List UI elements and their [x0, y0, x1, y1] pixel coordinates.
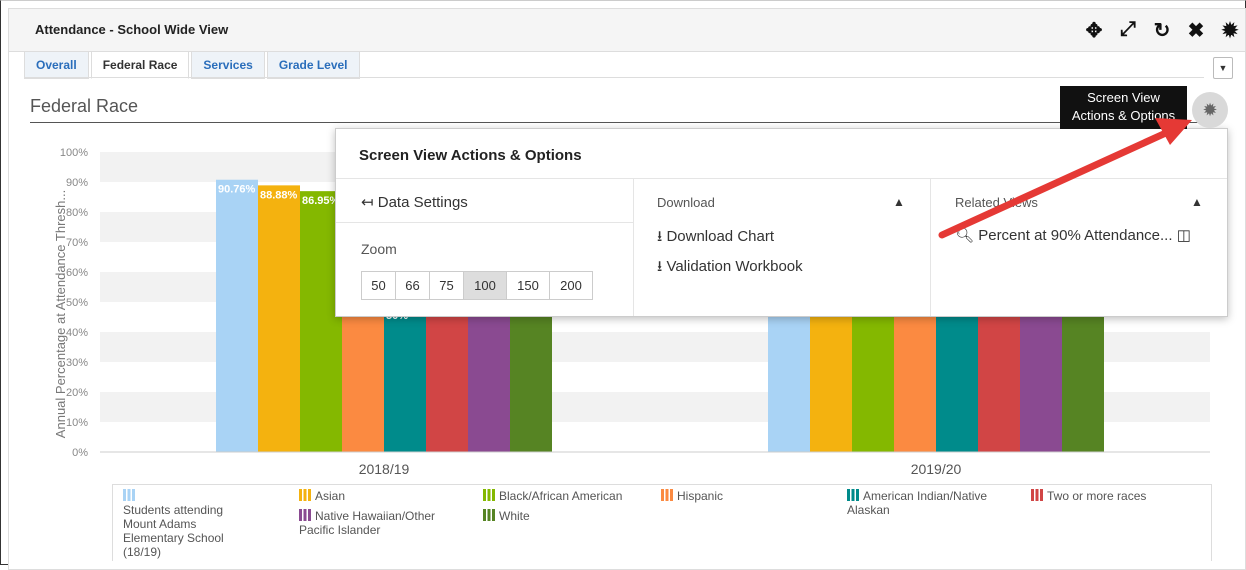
- close-icon[interactable]: ✖: [1185, 18, 1207, 43]
- tab-federal-race[interactable]: Federal Race: [90, 51, 190, 79]
- section-title: Federal Race: [30, 96, 139, 116]
- bar-value-label: 90.76%: [218, 184, 256, 196]
- legend-swatch-icon: [661, 489, 673, 501]
- y-tick-label: 80%: [66, 207, 88, 219]
- y-tick-label: 50%: [66, 297, 88, 309]
- tab-overall[interactable]: Overall: [24, 51, 89, 79]
- legend-label: Black/African American: [499, 489, 623, 503]
- column-divider: [633, 179, 634, 316]
- validation-workbook-link[interactable]: ⭳ Validation Workbook: [657, 256, 803, 281]
- bar[interactable]: [216, 179, 258, 452]
- zoom-option-150[interactable]: 150: [507, 272, 550, 299]
- y-tick-label: 40%: [66, 327, 88, 339]
- view-tabs: Overall Federal Race Services Grade Leve…: [24, 51, 362, 79]
- legend-item[interactable]: Black/African American: [483, 489, 653, 503]
- refresh-icon[interactable]: ↻: [1151, 18, 1173, 43]
- legend-item[interactable]: Hispanic: [661, 489, 761, 503]
- legend-swatch-icon: [299, 509, 311, 521]
- legend-swatch-icon: [1031, 489, 1043, 501]
- expand-icon[interactable]: ⤢: [1117, 18, 1139, 43]
- y-tick-label: 0%: [72, 447, 88, 459]
- legend-swatch-icon: [483, 509, 495, 521]
- zoom-option-66[interactable]: 66: [396, 272, 430, 299]
- y-tick-label: 70%: [66, 237, 88, 249]
- legend-label: Hispanic: [677, 489, 724, 503]
- tabs-dropdown-button[interactable]: ▼: [1213, 57, 1233, 79]
- settings-divider: [336, 222, 633, 223]
- legend-label: American Indian/Native Alaskan: [847, 489, 988, 517]
- y-tick-label: 90%: [66, 177, 88, 189]
- y-tick-label: 60%: [66, 267, 88, 279]
- legend-swatch-icon: [123, 489, 135, 501]
- legend-item[interactable]: Students attending Mount Adams Elementar…: [123, 489, 233, 559]
- legend-swatch-icon: [299, 489, 311, 501]
- legend-item[interactable]: Native Hawaiian/Other Pacific Islander: [299, 509, 459, 537]
- widget-title: Attendance - School Wide View: [35, 22, 229, 37]
- legend-swatch-icon: [847, 489, 859, 501]
- download-icon: ⭳: [657, 228, 663, 245]
- zoom-option-50[interactable]: 50: [362, 272, 396, 299]
- legend-item[interactable]: White: [483, 509, 603, 523]
- bar-value-label: 88.88%: [260, 189, 298, 201]
- zoom-selector: 50 66 75 100 150 200: [361, 271, 593, 300]
- y-tick-label: 100%: [60, 147, 88, 159]
- download-collapse-icon[interactable]: ▲: [893, 195, 905, 209]
- zoom-option-75[interactable]: 75: [430, 272, 464, 299]
- download-chart-label: Download Chart: [666, 228, 774, 245]
- x-tick-label: 2019/20: [911, 461, 962, 477]
- y-tick-label: 20%: [66, 387, 88, 399]
- legend-item[interactable]: American Indian/Native Alaskan: [847, 489, 1027, 517]
- titlebar-icons: ✥ ⤢ ↻ ✖ ✹: [1083, 18, 1241, 43]
- tab-services[interactable]: Services: [191, 51, 265, 79]
- zoom-option-100[interactable]: 100: [464, 272, 507, 299]
- legend-item[interactable]: Asian: [299, 489, 459, 503]
- legend-label: Native Hawaiian/Other Pacific Islander: [299, 509, 436, 537]
- popup-title: Screen View Actions & Options: [359, 147, 582, 164]
- validation-workbook-label: Validation Workbook: [666, 258, 803, 275]
- legend-swatch-icon: [483, 489, 495, 501]
- y-tick-label: 10%: [66, 417, 88, 429]
- data-settings-label: Data Settings: [377, 194, 468, 211]
- tab-grade-level[interactable]: Grade Level: [266, 51, 360, 79]
- annotation-arrow: [938, 118, 1192, 239]
- tab-divider: [24, 77, 1204, 78]
- x-axis-ticks: 2018/19 2019/20: [100, 451, 1210, 477]
- legend-label: Asian: [315, 489, 346, 503]
- back-arrow-icon: ↤: [361, 194, 374, 211]
- move-icon[interactable]: ✥: [1083, 18, 1105, 43]
- legend-label: Two or more races: [1047, 489, 1147, 503]
- y-tick-label: 30%: [66, 357, 88, 369]
- y-axis-label: Annual Percentage at Attendance Thresh..…: [53, 190, 68, 438]
- settings-gear-icon[interactable]: ✹: [1219, 18, 1241, 43]
- download-icon: ⭳: [657, 258, 663, 275]
- download-chart-link[interactable]: ⭳ Download Chart: [657, 226, 774, 251]
- data-settings-link[interactable]: ↤ Data Settings: [361, 193, 468, 211]
- download-header: Download: [657, 195, 715, 210]
- widget-titlebar: Attendance - School Wide View ✥ ⤢ ↻ ✖ ✹: [9, 9, 1245, 52]
- legend-label: White: [499, 509, 530, 523]
- x-tick-label: 2018/19: [359, 461, 410, 477]
- bar[interactable]: [258, 185, 300, 453]
- legend-label: Students attending Mount Adams Elementar…: [123, 503, 224, 559]
- bar-value-label: 86.95%: [302, 195, 340, 207]
- legend-item[interactable]: Two or more races: [1031, 489, 1201, 503]
- chart-legend: Students attending Mount Adams Elementar…: [112, 484, 1212, 561]
- zoom-option-200[interactable]: 200: [550, 272, 592, 299]
- zoom-label: Zoom: [361, 241, 397, 257]
